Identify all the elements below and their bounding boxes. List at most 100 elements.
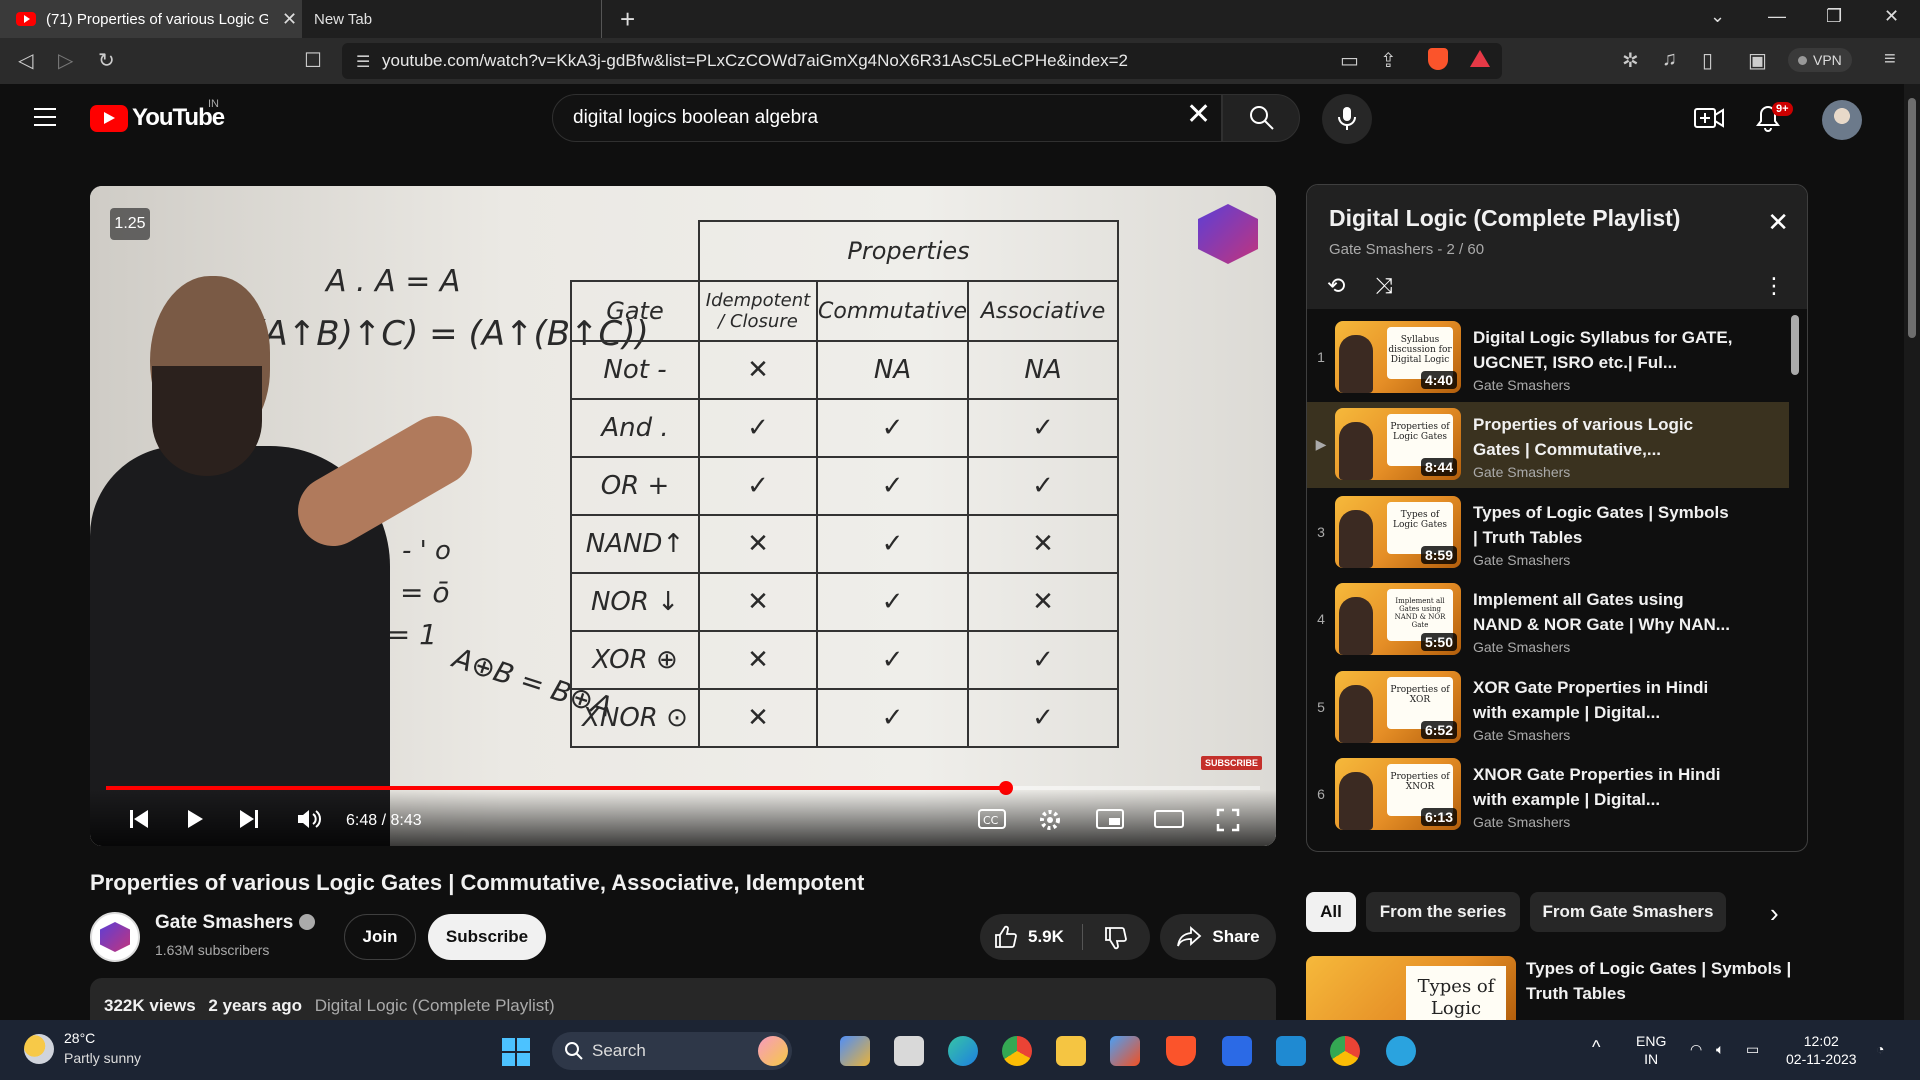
play-icon[interactable] xyxy=(184,808,206,830)
tab-new-tab[interactable]: New Tab xyxy=(302,0,602,38)
miniplayer-icon[interactable] xyxy=(1096,808,1124,830)
join-button[interactable]: Join xyxy=(344,914,416,960)
recommended-video[interactable]: Types of Logic Gates Types of Logic Gate… xyxy=(1306,956,1806,1022)
chrome-browser-icon[interactable] xyxy=(1002,1036,1032,1066)
subscribe-button[interactable]: Subscribe xyxy=(428,914,546,960)
menu-icon[interactable]: ≡ xyxy=(1884,48,1896,71)
wallet-icon[interactable]: ▣ xyxy=(1748,48,1767,73)
microsoft-store-icon[interactable] xyxy=(1110,1036,1140,1066)
chip-from-channel[interactable]: From Gate Smashers xyxy=(1530,892,1726,932)
subscribe-watermark[interactable]: SUBSCRIBE xyxy=(1200,756,1262,770)
sidebar-icon[interactable]: ▯ xyxy=(1702,48,1713,73)
address-bar[interactable]: ☰ youtube.com/watch?v=KkA3j-gdBfw&list=P… xyxy=(342,43,1502,79)
shuffle-icon[interactable]: ⤨ xyxy=(1375,273,1393,299)
wifi-icon[interactable]: ◠ xyxy=(1690,1040,1702,1058)
table-header-idempotent: Idempotent / Closure xyxy=(698,280,818,342)
chip-all[interactable]: All xyxy=(1306,892,1356,932)
close-window-button[interactable]: ✕ xyxy=(1884,6,1899,27)
system-clock[interactable]: 12:02 02-11-2023 xyxy=(1786,1032,1857,1068)
voice-search-button[interactable] xyxy=(1322,94,1372,144)
page-scrollbar-thumb[interactable] xyxy=(1908,98,1916,338)
chip-from-series[interactable]: From the series xyxy=(1366,892,1520,932)
close-playlist-icon[interactable]: ✕ xyxy=(1767,207,1789,238)
duration-badge: 4:40 xyxy=(1420,371,1457,389)
back-button[interactable]: ◁ xyxy=(18,48,33,73)
brave-shields-icon[interactable] xyxy=(1428,48,1448,70)
playlist-scrollbar[interactable] xyxy=(1791,315,1799,375)
tab-list-chevron-icon[interactable]: ⌄ xyxy=(1710,6,1725,27)
notification-center-icon[interactable]: ◔ xyxy=(1876,1040,1884,1058)
youtube-header: YouTube IN digital logics boolean algebr… xyxy=(0,84,1904,152)
file-explorer-icon[interactable] xyxy=(1056,1036,1086,1066)
new-tab-button[interactable]: + xyxy=(620,4,635,35)
playlist-item[interactable]: 5 Properties of XOR 6:52 XOR Gate Propert… xyxy=(1307,665,1789,751)
playlist-item[interactable]: 1 Syllabus discussion for Digital Logic 4… xyxy=(1307,315,1789,401)
share-page-icon[interactable]: ⇪ xyxy=(1380,48,1397,73)
page-scrollbar[interactable] xyxy=(1904,84,1920,1020)
share-button[interactable]: Share xyxy=(1160,914,1276,960)
fullscreen-icon[interactable] xyxy=(1216,808,1240,832)
battery-icon[interactable]: ▭ xyxy=(1746,1040,1759,1058)
vpn-button[interactable]: VPN xyxy=(1788,48,1852,72)
settings-gear-icon[interactable] xyxy=(1038,808,1062,832)
tab-youtube[interactable]: (71) Properties of various Logic G ✕ xyxy=(0,0,302,38)
volume-icon[interactable] xyxy=(296,808,322,830)
playlist-item[interactable]: 4 Implement all Gates using NAND & NOR G… xyxy=(1307,577,1789,663)
playlist-item-current[interactable]: ▶ Properties of Logic Gates 8:44 Properti… xyxy=(1307,402,1789,488)
bookmark-icon[interactable]: ☐ xyxy=(304,48,322,73)
loop-playlist-icon[interactable]: ⟲ xyxy=(1327,273,1345,299)
like-count[interactable]: 5.9K xyxy=(1028,927,1064,947)
taskbar-search[interactable]: Search xyxy=(552,1032,792,1070)
like-icon[interactable] xyxy=(994,925,1018,949)
weather-description[interactable]: Partly sunny xyxy=(64,1050,141,1066)
clear-search-icon[interactable]: ✕ xyxy=(1186,100,1211,130)
more-options-icon[interactable]: ⋮ xyxy=(1763,273,1785,299)
copilot-app-icon[interactable] xyxy=(840,1036,870,1066)
captions-icon[interactable]: CC xyxy=(978,808,1006,830)
forward-button[interactable]: ▷ xyxy=(58,48,73,73)
start-button[interactable] xyxy=(502,1038,530,1066)
playlist-thumbnail: Types of Logic Gates 8:59 xyxy=(1335,496,1461,568)
reload-button[interactable]: ↻ xyxy=(98,48,115,73)
channel-avatar[interactable] xyxy=(90,912,140,962)
cast-icon[interactable]: ▭ xyxy=(1340,48,1359,73)
chips-next-chevron-icon[interactable]: › xyxy=(1770,898,1779,929)
search-button[interactable] xyxy=(1222,94,1300,142)
close-tab-icon[interactable]: ✕ xyxy=(282,9,297,30)
youtube-logo[interactable]: YouTube xyxy=(90,104,225,132)
brave-browser-icon[interactable] xyxy=(1166,1036,1196,1066)
playlist-title[interactable]: Digital Logic (Complete Playlist) xyxy=(1329,205,1680,232)
playlist-item[interactable]: 3 Types of Logic Gates 8:59 Types of Logi… xyxy=(1307,490,1789,576)
language-indicator[interactable]: ENG IN xyxy=(1636,1032,1666,1068)
word-app-icon[interactable] xyxy=(1222,1036,1252,1066)
theater-mode-icon[interactable] xyxy=(1154,808,1184,830)
minimize-button[interactable]: — xyxy=(1768,6,1786,27)
search-input[interactable]: digital logics boolean algebra xyxy=(552,94,1222,142)
weather-icon[interactable] xyxy=(24,1034,54,1064)
next-icon[interactable] xyxy=(238,808,260,830)
media-icon[interactable]: ♫ xyxy=(1662,48,1677,71)
speaker-icon[interactable]: 🔈︎ xyxy=(1716,1040,1724,1058)
site-info-icon[interactable]: ☰ xyxy=(356,52,370,72)
create-video-icon[interactable] xyxy=(1694,106,1724,130)
widget-flowers-icon[interactable] xyxy=(758,1036,788,1066)
video-player[interactable]: A . A = A ((A↑B)↑C) = (A↑(B↑C)) - ' o = … xyxy=(90,186,1276,846)
description-playlist-link[interactable]: Digital Logic (Complete Playlist) xyxy=(315,996,555,1015)
task-view-icon[interactable] xyxy=(894,1036,924,1066)
chrome-profile-icon[interactable] xyxy=(1330,1036,1360,1066)
brave-rewards-icon[interactable] xyxy=(1470,50,1490,67)
guide-menu-icon[interactable] xyxy=(34,108,56,126)
channel-name[interactable]: Gate Smashers xyxy=(155,912,316,934)
account-avatar[interactable] xyxy=(1822,100,1862,140)
svg-text:CC: CC xyxy=(983,814,999,827)
edge-browser-icon[interactable] xyxy=(948,1036,978,1066)
dislike-icon[interactable] xyxy=(1104,926,1128,950)
telegram-app-icon[interactable] xyxy=(1386,1036,1416,1066)
restore-button[interactable]: ❐ xyxy=(1826,6,1842,27)
extensions-icon[interactable]: ✲ xyxy=(1622,48,1639,73)
previous-icon[interactable] xyxy=(128,808,150,830)
temperature[interactable]: 28°C xyxy=(64,1030,95,1046)
show-hidden-icons-chevron-icon[interactable]: ^ xyxy=(1592,1038,1600,1056)
vscode-app-icon[interactable] xyxy=(1276,1036,1306,1066)
playlist-item[interactable]: 6 Properties of XNOR 6:13 XNOR Gate Prope… xyxy=(1307,752,1789,838)
